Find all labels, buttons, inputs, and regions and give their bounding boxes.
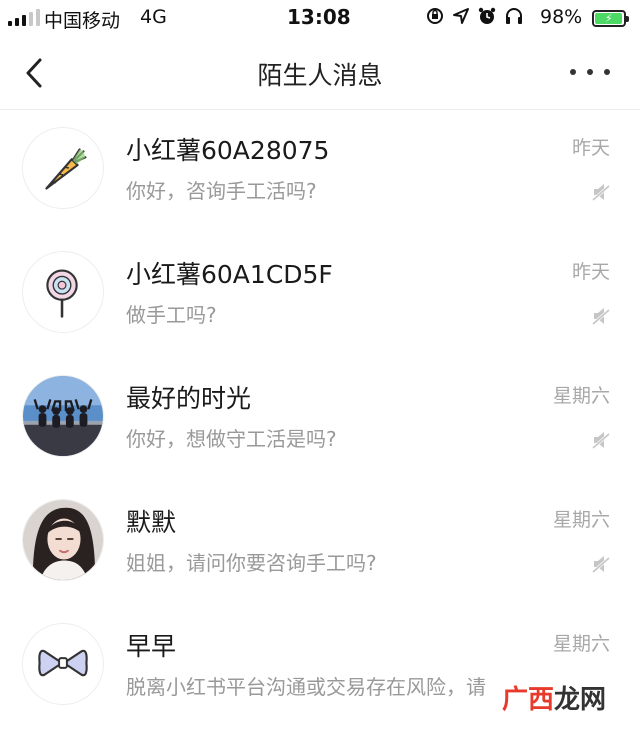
photo-portrait-avatar (22, 499, 104, 581)
carrier-name: 中国移动 (44, 10, 121, 32)
conversation-item[interactable]: 小红薯60A28075 昨天 你好，咨询手工活吗? (0, 117, 640, 241)
conversation-preview: 做手工吗? (126, 303, 217, 327)
headphones-icon (506, 8, 522, 24)
conversation-item[interactable]: 最好的时光 星期六 你好，想做守工活是吗? (0, 365, 640, 489)
conversation-name: 小红薯60A28075 (126, 136, 330, 165)
mute-icon (592, 184, 610, 202)
conversation-name: 最好的时光 (126, 384, 252, 413)
more-dots-icon (570, 69, 576, 75)
lollipop-avatar (22, 251, 104, 333)
rotation-lock-icon (427, 8, 443, 24)
conversation-item[interactable]: 默默 星期六 姐姐，请问你要咨询手工吗? (0, 489, 640, 613)
conversation-time: 昨天 (571, 137, 610, 159)
mute-icon (592, 308, 610, 326)
conversation-preview: 你好，咨询手工活吗? (126, 179, 317, 203)
battery-charging-icon: ⚡ (592, 10, 629, 27)
carrot-avatar (22, 127, 104, 209)
network-type: 4G (140, 6, 167, 28)
bow-avatar (22, 623, 104, 705)
conversation-preview: 你好，想做守工活是吗? (126, 427, 337, 451)
photo-group-avatar (22, 375, 104, 457)
status-bar: 中国移动 4G 13:08 98% ⚡ (0, 0, 640, 36)
watermark: 广西龙网 (502, 679, 606, 716)
status-icons (425, 6, 524, 26)
battery-percent: 98% (540, 6, 583, 28)
signal-strength-icon (8, 9, 40, 26)
location-icon (453, 8, 469, 24)
conversation-preview: 姐姐，请问你要咨询手工吗? (126, 551, 377, 575)
conversation-time: 昨天 (571, 261, 610, 283)
conversation-name: 小红薯60A1CD5F (126, 260, 333, 289)
page-title: 陌生人消息 (257, 61, 383, 90)
conversation-time: 星期六 (552, 633, 610, 655)
more-options-button[interactable] (570, 62, 610, 82)
conversation-preview: 脱离小红书平台沟通或交易存在风险，请 (126, 675, 486, 699)
watermark-text: 龙网 (553, 685, 606, 715)
mute-icon (592, 432, 610, 450)
watermark-mark: 广西 (501, 685, 554, 715)
conversation-name: 默默 (126, 508, 177, 537)
conversation-time: 星期六 (552, 385, 610, 407)
conversation-name: 早早 (126, 632, 177, 661)
conversation-time: 星期六 (552, 509, 610, 531)
conversation-item[interactable]: 小红薯60A1CD5F 昨天 做手工吗? (0, 241, 640, 365)
mute-icon (592, 556, 610, 574)
alarm-icon (478, 7, 496, 24)
status-time: 13:08 (287, 5, 351, 29)
nav-bar: 陌生人消息 (0, 36, 640, 110)
